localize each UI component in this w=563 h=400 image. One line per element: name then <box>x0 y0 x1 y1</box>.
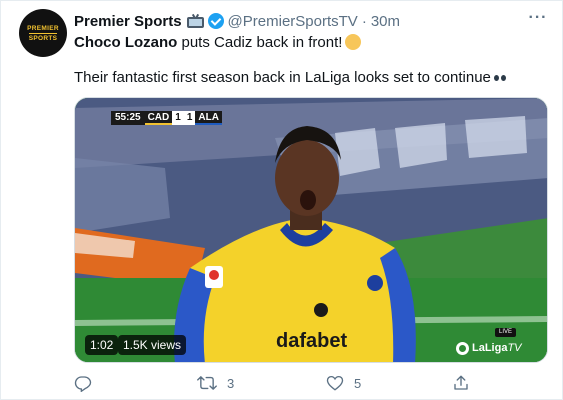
tweet-header: Premier Sports @PremierSportsTV · 30m <box>74 11 400 31</box>
tv-icon <box>186 13 204 28</box>
tweet-actions: 3 5 <box>74 372 548 394</box>
tweet-text-bold: Choco Lozano <box>74 34 178 51</box>
like-icon <box>326 375 344 391</box>
avatar[interactable]: PREMIER SPORTS <box>19 9 67 57</box>
tweet-text-line2-content: Their fantastic first season back in LaL… <box>74 69 491 86</box>
away-score: 1 <box>183 111 196 125</box>
retweet-icon <box>197 376 217 390</box>
video-duration: 1:02 <box>85 335 119 355</box>
like-count: 5 <box>354 375 362 391</box>
jersey-sponsor-text: dafabet <box>276 330 347 352</box>
retweet-button[interactable]: 3 <box>197 372 234 394</box>
home-team: CAD <box>144 111 173 125</box>
avatar-logo-line1: PREMIER <box>27 24 59 32</box>
tweet-text-line2: Their fantastic first season back in LaL… <box>74 67 508 88</box>
reply-icon <box>74 376 92 392</box>
share-icon <box>454 375 468 390</box>
video-views: 1.5K views <box>118 335 187 355</box>
video-player[interactable]: dafabet 55:25 CAD 1 1 ALA 1:02 1.5K view… <box>74 97 548 363</box>
verified-badge-icon <box>207 13 224 29</box>
author-name[interactable]: Premier Sports <box>74 13 182 30</box>
eyes-emoji-icon <box>493 67 508 87</box>
more-icon[interactable]: ··· <box>528 10 548 31</box>
video-frame: dafabet <box>75 98 547 362</box>
separator-dot: · <box>361 12 367 30</box>
laliga-ring-icon <box>456 341 469 355</box>
share-button[interactable] <box>452 372 480 394</box>
tweet-text-line1: Choco Lozano puts Cadiz back in front! <box>74 33 362 53</box>
broadcaster-suffix: TV <box>507 342 522 354</box>
reply-button[interactable] <box>74 372 102 394</box>
match-clock: 55:25 <box>111 111 145 125</box>
tweet-text-rest: puts Cadiz back in front! <box>177 34 343 51</box>
like-button[interactable]: 5 <box>326 372 361 394</box>
broadcaster-logo: LaLiga TV <box>456 340 522 356</box>
live-badge: LIVE <box>495 328 517 337</box>
scorebug: 55:25 CAD 1 1 ALA <box>111 111 222 125</box>
author-handle[interactable]: @PremierSportsTV <box>228 13 358 30</box>
retweet-count: 3 <box>227 375 235 391</box>
avatar-logo-line2: SPORTS <box>28 32 58 42</box>
home-score: 1 <box>172 111 184 125</box>
broadcaster-name: LaLiga <box>472 342 508 354</box>
tweet-card[interactable]: PREMIER SPORTS Premier Sports @PremierSp… <box>0 0 563 400</box>
yellow-circle-emoji-icon <box>345 34 362 50</box>
tweet-timestamp[interactable]: 30m <box>371 13 400 30</box>
away-team: ALA <box>195 111 222 125</box>
